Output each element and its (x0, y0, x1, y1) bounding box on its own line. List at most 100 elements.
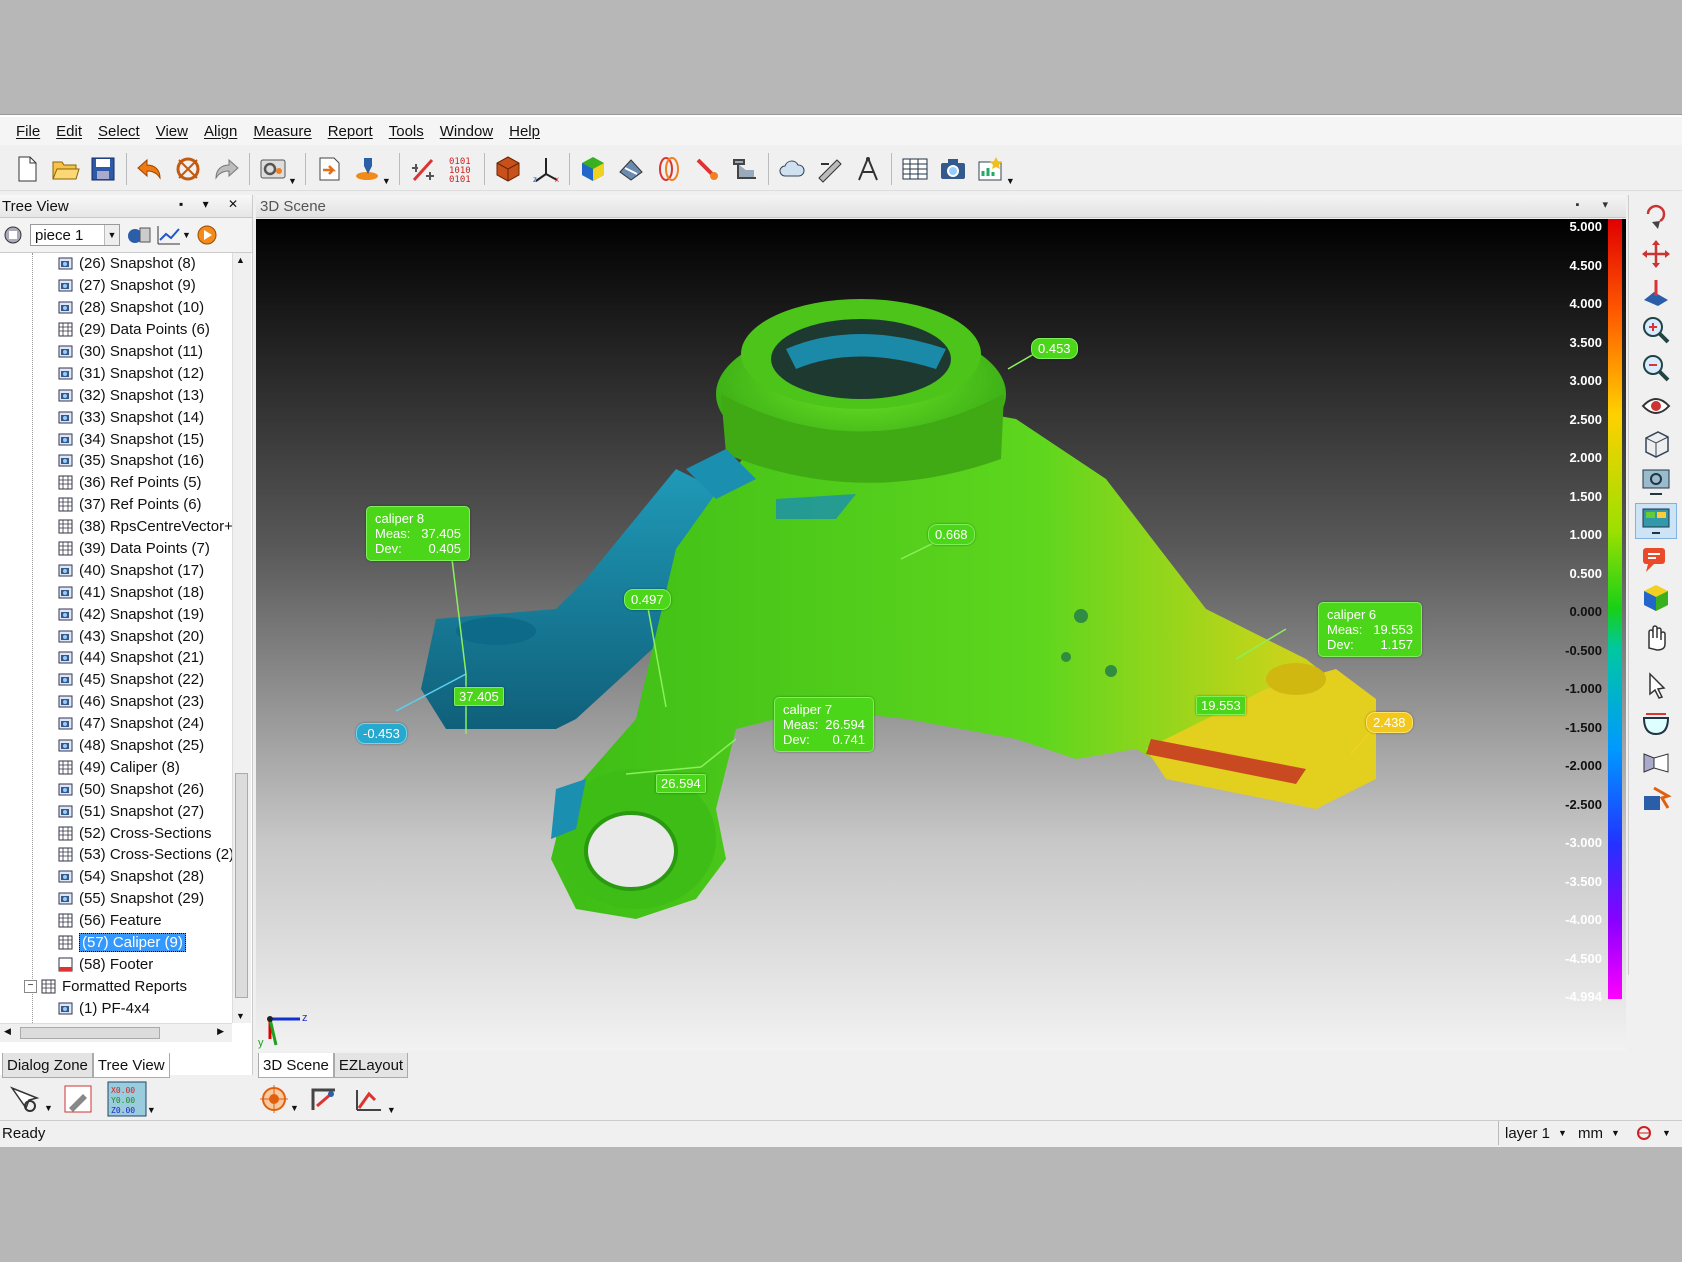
menu-report[interactable]: Report (328, 123, 373, 140)
view-cube-button[interactable] (1636, 427, 1676, 461)
snapshot-button[interactable] (937, 153, 969, 185)
hand-tool-button[interactable] (1636, 619, 1676, 653)
tree-item[interactable]: (56) Feature (0, 910, 232, 932)
caliper-6-callout[interactable]: caliper 6 Meas: 19.553 Dev: 1.157 (1318, 602, 1422, 657)
open-button[interactable] (49, 153, 81, 185)
tree-item[interactable]: (34) Snapshot (15) (0, 428, 232, 450)
tree-item[interactable]: (30) Snapshot (11) (0, 341, 232, 363)
tree-item[interactable]: (1) PF-4x4 (0, 997, 232, 1019)
menu-help[interactable]: Help (509, 123, 540, 140)
scrollbar-thumb[interactable] (20, 1027, 160, 1039)
pointer-tool-icon[interactable] (8, 1082, 44, 1116)
tree-item[interactable]: (55) Snapshot (29) (0, 888, 232, 910)
menu-view[interactable]: View (156, 123, 188, 140)
scroll-down-arrow-icon[interactable]: ▼ (236, 1011, 245, 1021)
tree-item[interactable]: (57) Caliper (9) (0, 932, 232, 954)
tab-tree-view[interactable]: Tree View (92, 1053, 170, 1078)
scene-panel-controls[interactable]: ▪ ▾ (1576, 198, 1618, 211)
scrollbar-thumb[interactable] (235, 773, 248, 998)
scroll-right-arrow-icon[interactable]: ▶ (217, 1026, 224, 1037)
chevron-down-icon[interactable]: ▼ (44, 1103, 53, 1113)
unit-selector[interactable]: mm ▼ (1578, 1121, 1620, 1145)
tree-item[interactable]: (26) Snapshot (8) (0, 253, 232, 275)
zoom-out-button[interactable] (1636, 351, 1676, 385)
tree-item[interactable]: (36) Ref Points (5) (0, 472, 232, 494)
tree-item[interactable]: (40) Snapshot (17) (0, 559, 232, 581)
deviation-label[interactable]: 0.453 (1031, 338, 1078, 359)
tree-item[interactable]: (37) Ref Points (6) (0, 494, 232, 516)
undo-history-button[interactable] (172, 153, 204, 185)
scanner-button[interactable] (351, 153, 383, 185)
measurement-label[interactable]: 37.405 (454, 687, 504, 706)
best-fit-icon[interactable] (351, 1082, 387, 1116)
tab-ezlayout[interactable]: EZLayout (333, 1053, 409, 1078)
scroll-up-arrow-icon[interactable]: ▲ (236, 255, 245, 265)
redo-button[interactable] (210, 153, 242, 185)
gd-t-button[interactable] (729, 153, 761, 185)
deviation-label[interactable]: 0.668 (928, 524, 975, 545)
caliper-7-callout[interactable]: caliper 7 Meas: 26.594 Dev: 0.741 (774, 697, 874, 752)
cloud-button[interactable] (776, 153, 808, 185)
zoom-in-button[interactable] (1636, 313, 1676, 347)
tree-item[interactable]: (53) Cross-Sections (2) (0, 844, 232, 866)
features-button[interactable] (691, 153, 723, 185)
menu-window[interactable]: Window (440, 123, 493, 140)
tree-item[interactable]: (47) Snapshot (24) (0, 713, 232, 735)
layer-selector[interactable]: layer 1 ▼ (1498, 1121, 1567, 1145)
import-button[interactable] (313, 153, 345, 185)
pointer-select-button[interactable] (1636, 669, 1676, 703)
xyz-readout-icon[interactable]: X0.00Y0.00Z0.00 (107, 1081, 147, 1117)
tree-item[interactable]: (54) Snapshot (28) (0, 866, 232, 888)
measurement-label[interactable]: 26.594 (656, 774, 706, 793)
tab-3d-scene[interactable]: 3D Scene (258, 1053, 334, 1078)
gauge-button[interactable] (814, 153, 846, 185)
chevron-down-icon[interactable]: ▼ (288, 176, 297, 186)
object-button[interactable] (492, 153, 524, 185)
menu-measure[interactable]: Measure (253, 123, 311, 140)
curves-button[interactable] (653, 153, 685, 185)
report-button[interactable] (975, 153, 1007, 185)
measure-plane-button[interactable] (1636, 275, 1676, 309)
tree-item[interactable]: (35) Snapshot (16) (0, 450, 232, 472)
tree-item[interactable]: (45) Snapshot (22) (0, 669, 232, 691)
precision-selector[interactable]: ▼ (1636, 1121, 1671, 1145)
tree-vertical-scrollbar[interactable]: ▲ ▼ (232, 253, 251, 1023)
panel-controls[interactable]: ▪ ▾ ✕ (179, 197, 246, 211)
cross-section-button[interactable] (615, 153, 647, 185)
piece-selector[interactable]: piece 1 ▼ (30, 224, 120, 246)
tree-item[interactable]: (50) Snapshot (26) (0, 778, 232, 800)
surface-button[interactable] (1636, 707, 1676, 741)
binary-data-button[interactable]: 0101 1010 0101 (445, 153, 477, 185)
color-map-button[interactable] (577, 153, 609, 185)
menu-align[interactable]: Align (204, 123, 237, 140)
visibility-button[interactable] (1636, 389, 1676, 423)
pan-view-button[interactable] (1636, 237, 1676, 271)
preferences-button[interactable] (257, 153, 289, 185)
tab-dialog-zone[interactable]: Dialog Zone (2, 1053, 93, 1078)
chevron-down-icon[interactable]: ▼ (1006, 176, 1015, 186)
piece-manager-icon[interactable] (126, 224, 152, 246)
probe-button[interactable] (407, 153, 439, 185)
tree-item[interactable]: (27) Snapshot (9) (0, 275, 232, 297)
tree-item[interactable]: (46) Snapshot (23) (0, 691, 232, 713)
rotate-view-button[interactable] (1636, 199, 1676, 233)
compass-button[interactable] (852, 153, 884, 185)
tree-item[interactable]: (29) Data Points (6) (0, 319, 232, 341)
tree-item[interactable]: (33) Snapshot (14) (0, 406, 232, 428)
tree-item[interactable]: (48) Snapshot (25) (0, 735, 232, 757)
menu-file[interactable]: File (16, 123, 40, 140)
play-icon[interactable] (195, 224, 219, 246)
measurement-label[interactable]: 19.553 (1196, 696, 1246, 715)
deviation-label[interactable]: -0.453 (356, 723, 407, 744)
undo-button[interactable] (134, 153, 166, 185)
target-icon[interactable] (258, 1083, 290, 1115)
light-button[interactable] (1636, 745, 1676, 779)
chevron-down-icon[interactable]: ▼ (147, 1105, 156, 1115)
tree-item[interactable]: (52) Cross-Sections (0, 822, 232, 844)
deviation-label[interactable]: 0.497 (624, 589, 671, 610)
chevron-down-icon[interactable]: ▼ (182, 230, 191, 240)
chevron-down-icon[interactable]: ▼ (290, 1103, 299, 1113)
deviation-label[interactable]: 2.438 (1366, 712, 1413, 733)
collapse-toggle-icon[interactable]: − (24, 979, 37, 993)
chart-icon[interactable] (156, 224, 182, 246)
